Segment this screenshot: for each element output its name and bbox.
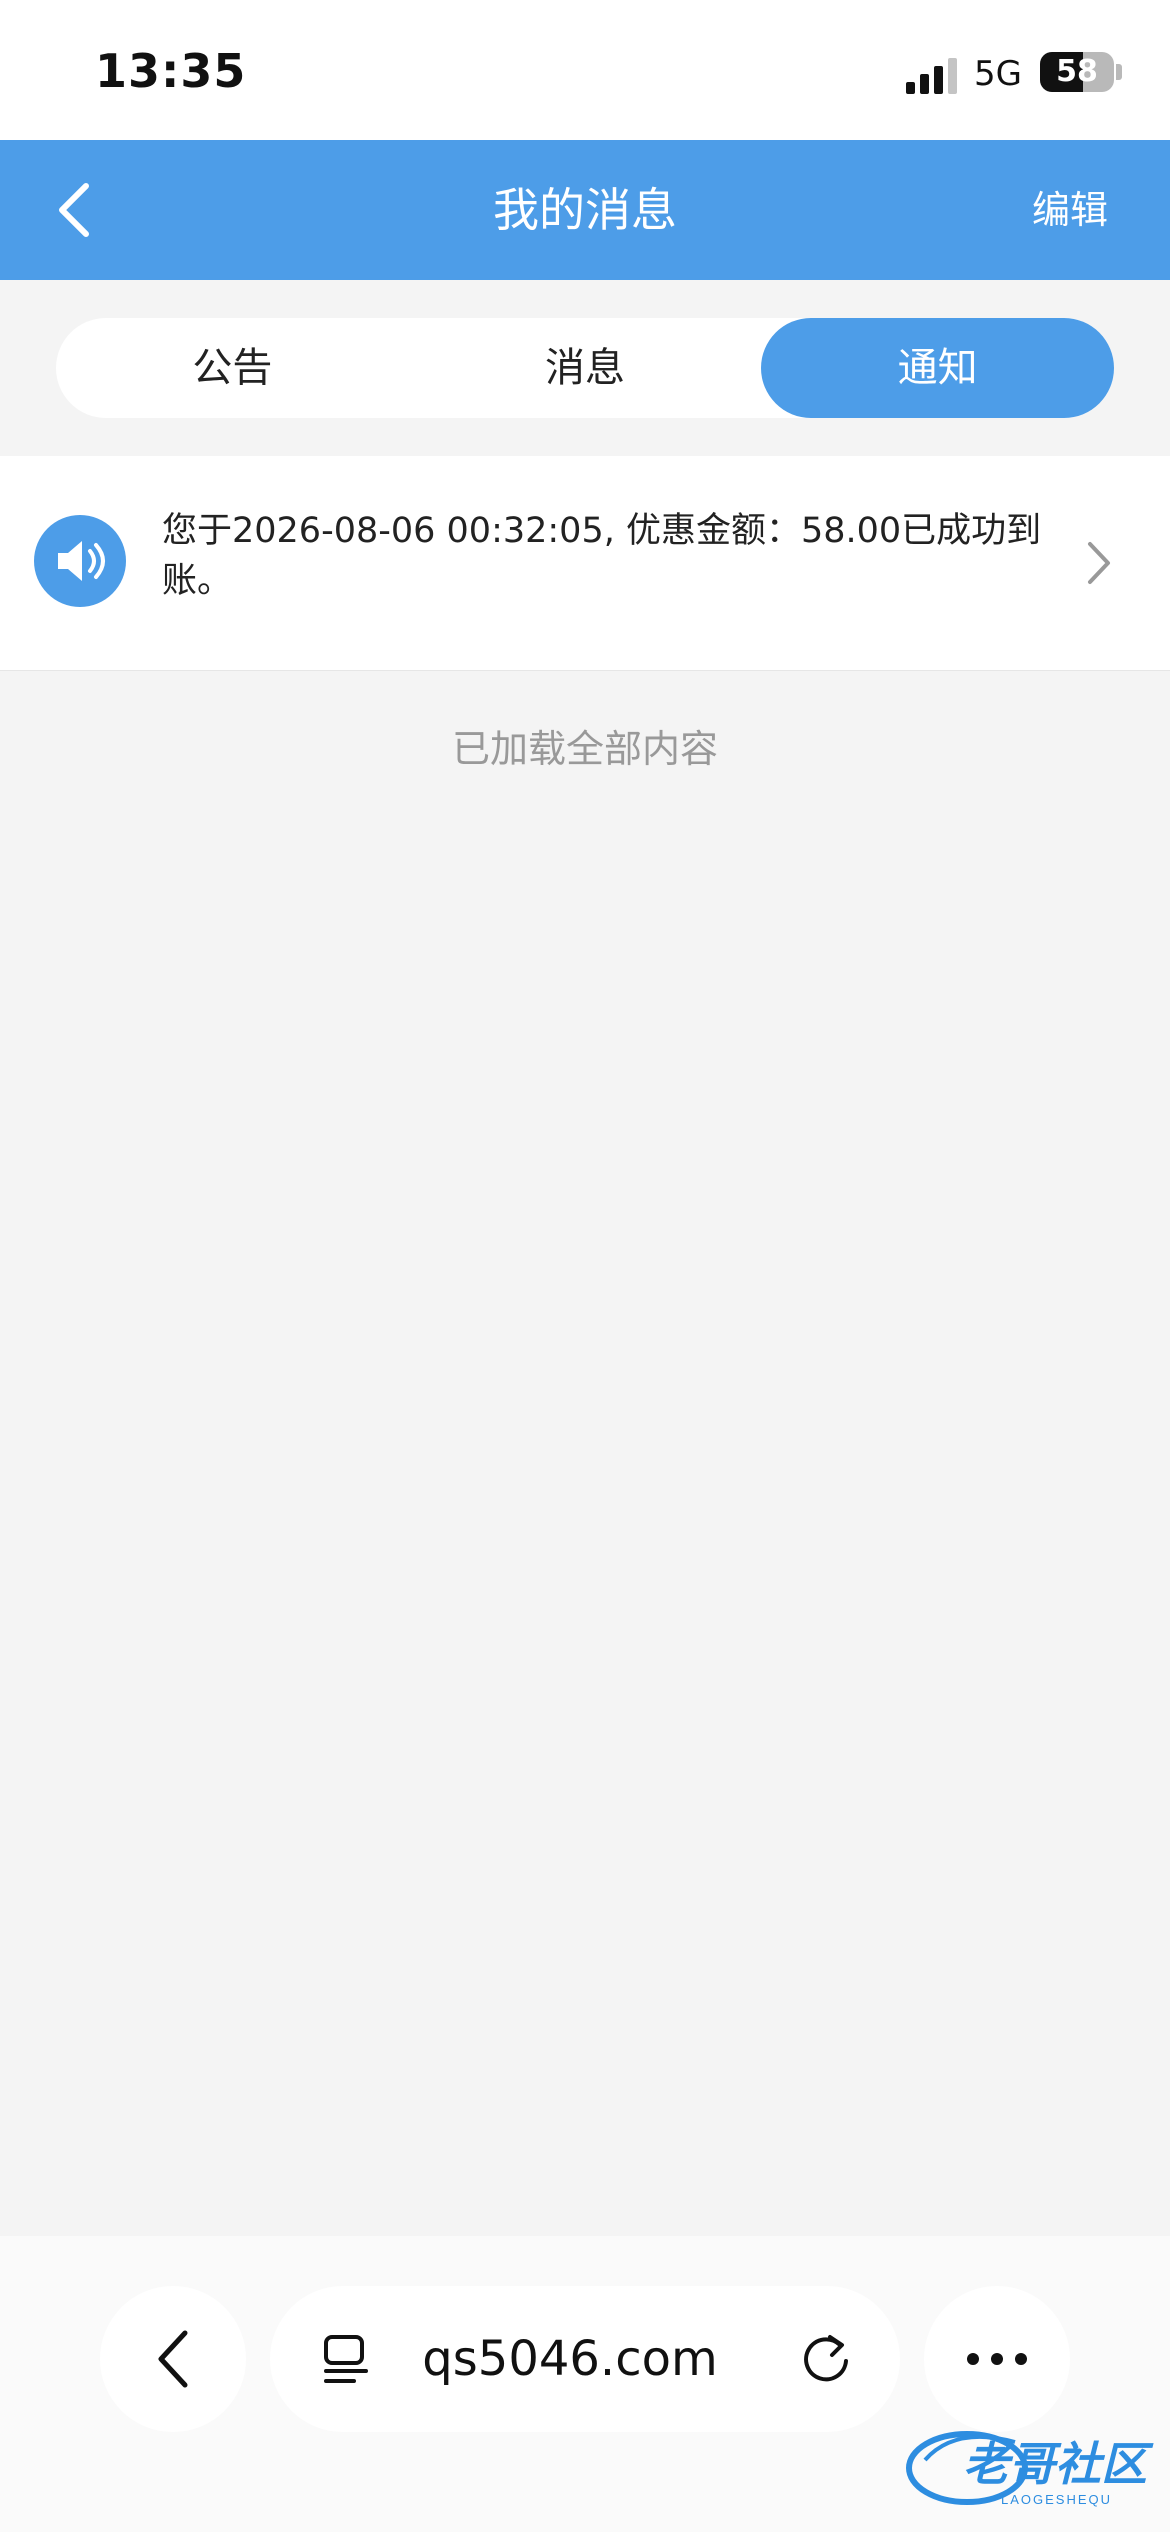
address-bar[interactable]: qs5046.com (270, 2286, 900, 2432)
reader-icon[interactable] (318, 2329, 378, 2389)
more-button[interactable] (924, 2286, 1070, 2432)
network-label: 5G (974, 54, 1022, 94)
watermark-subtext: LAOGESHEQU (1001, 2492, 1112, 2507)
message-text: 您于2026-08-06 00:32:05, 优惠金额：58.00已成功到账。 (162, 511, 1042, 601)
battery-tip (1116, 64, 1122, 80)
status-bar: 13:35 5G 58 (0, 0, 1170, 140)
tab-announcements[interactable]: 公告 (56, 318, 409, 418)
url-text: qs5046.com (422, 2331, 718, 2387)
segmented-tabs: 公告 消息 通知 (56, 318, 1115, 418)
chevron-left-icon (59, 183, 89, 237)
status-time: 13:35 (95, 44, 247, 98)
list-footer: 已加载全部内容 (451, 727, 718, 771)
chevron-left-icon (158, 2330, 188, 2388)
battery-icon: 58 (1040, 52, 1114, 92)
watermark-text: 老哥社区 (963, 2438, 1154, 2490)
speaker-icon (34, 515, 126, 607)
page-title: 我的消息 (493, 183, 677, 237)
more-icon (967, 2353, 1027, 2365)
signal-icon (906, 58, 957, 94)
tab-notifications[interactable]: 通知 (761, 318, 1115, 418)
tabs-container: 公告 消息 通知 (0, 280, 1170, 455)
edit-button[interactable]: 编辑 (1032, 140, 1108, 280)
tab-messages[interactable]: 消息 (409, 318, 762, 418)
back-button[interactable] (34, 170, 114, 250)
list-item[interactable]: 您于2026-08-06 00:32:05, 优惠金额：58.00已成功到账。 (0, 456, 1170, 671)
battery-level: 58 (1056, 54, 1098, 89)
chevron-right-icon (1088, 542, 1110, 584)
watermark-logo: 老哥社区 LAOGESHEQU (906, 2431, 1154, 2507)
navbar: 我的消息 编辑 (0, 140, 1170, 280)
browser-back-button[interactable] (100, 2286, 246, 2432)
reload-icon[interactable] (800, 2331, 856, 2387)
